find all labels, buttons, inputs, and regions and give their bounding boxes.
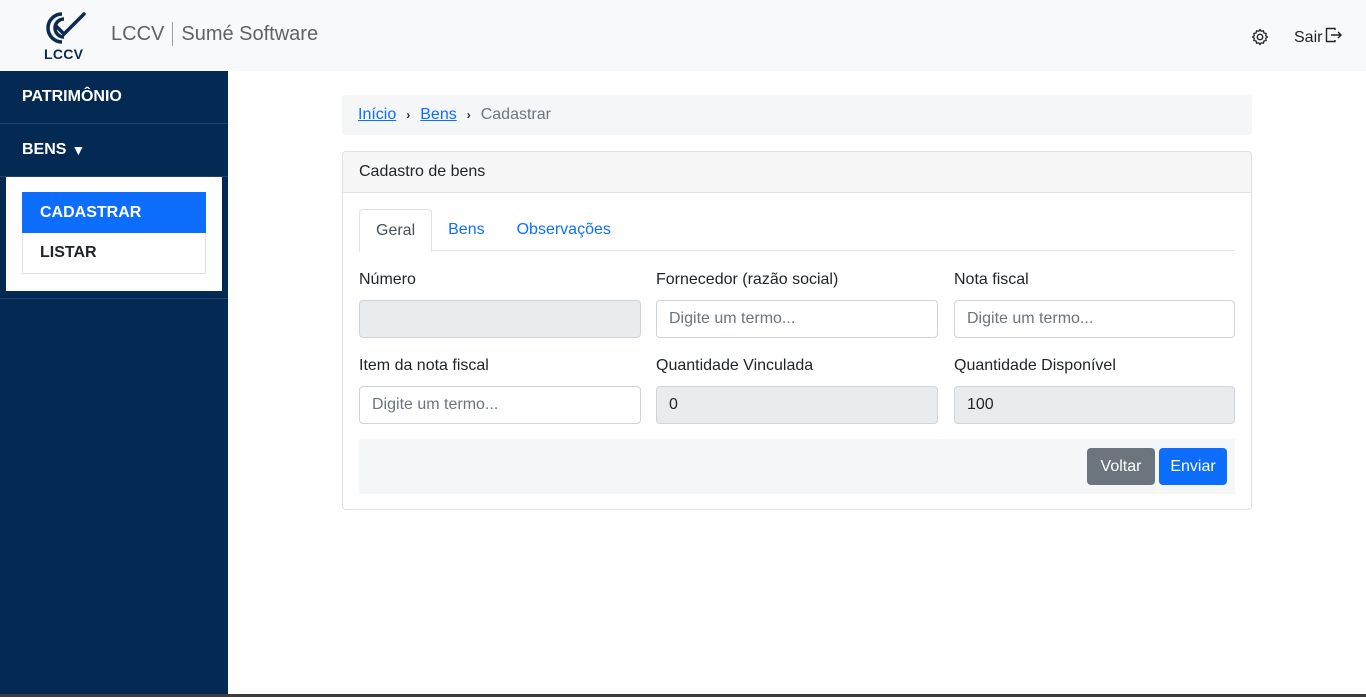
top-header: LCCV LCCV Sumé Software Sair bbox=[0, 0, 1366, 71]
card-title: Cadastro de bens bbox=[343, 152, 1251, 193]
qtd-vinculada-field[interactable] bbox=[656, 386, 938, 424]
fornecedor-input[interactable] bbox=[656, 300, 938, 338]
sidebar-submenu: CADASTRAR LISTAR bbox=[6, 177, 222, 291]
logout-icon bbox=[1325, 27, 1343, 48]
qtd-vinculada-group: Quantidade Vinculada bbox=[656, 356, 938, 424]
breadcrumb-inicio[interactable]: Início bbox=[358, 106, 396, 124]
breadcrumb-current: Cadastrar bbox=[480, 106, 551, 123]
logo-text: LCCV bbox=[44, 46, 84, 62]
app-brand: LCCV Sumé Software bbox=[111, 22, 318, 46]
submenu-item-cadastrar[interactable]: CADASTRAR bbox=[22, 192, 206, 233]
sidebar-item-label: BENS bbox=[22, 141, 67, 158]
caret-down-icon: ▼ bbox=[71, 142, 86, 158]
submenu-item-listar[interactable]: LISTAR bbox=[22, 233, 206, 274]
sidebar-item-label: PATRIMÔNIO bbox=[22, 88, 122, 105]
sidebar: PATRIMÔNIO BENS ▼ CADASTRAR LISTAR bbox=[0, 71, 228, 694]
submenu-item-label: CADASTRAR bbox=[40, 203, 142, 221]
nota-fiscal-input[interactable] bbox=[954, 300, 1235, 338]
tab-geral[interactable]: Geral bbox=[359, 209, 433, 252]
qtd-disponivel-field[interactable] bbox=[954, 386, 1235, 424]
item-nota-group: Item da nota fiscal bbox=[359, 356, 641, 424]
nota-fiscal-group: Nota fiscal bbox=[954, 270, 1235, 338]
qtd-disponivel-group: Quantidade Disponível bbox=[954, 356, 1235, 424]
numero-field[interactable] bbox=[359, 300, 641, 338]
numero-label: Número bbox=[359, 271, 416, 288]
form-card: Cadastro de bens Geral Bens Observações … bbox=[342, 151, 1252, 510]
brand-lccv: LCCV bbox=[111, 22, 165, 45]
chevron-right-icon: › bbox=[406, 108, 411, 122]
breadcrumb-bens[interactable]: Bens bbox=[420, 106, 456, 124]
tab-bens[interactable]: Bens bbox=[432, 209, 500, 251]
sidebar-divider bbox=[0, 298, 228, 299]
back-button[interactable]: Voltar bbox=[1087, 448, 1155, 485]
sidebar-item-bens[interactable]: BENS ▼ bbox=[0, 124, 228, 177]
submit-button[interactable]: Enviar bbox=[1159, 448, 1227, 485]
tab-observacoes[interactable]: Observações bbox=[501, 209, 627, 251]
logout-button[interactable]: Sair bbox=[1294, 27, 1343, 48]
qtd-vinculada-label: Quantidade Vinculada bbox=[656, 357, 814, 374]
brand-sume: Sumé Software bbox=[181, 22, 319, 45]
submenu-item-label: LISTAR bbox=[40, 244, 97, 261]
fornecedor-group: Fornecedor (razão social) bbox=[656, 270, 938, 338]
item-nota-label: Item da nota fiscal bbox=[359, 357, 489, 374]
sidebar-item-patrimonio[interactable]: PATRIMÔNIO bbox=[0, 71, 228, 124]
gear-icon[interactable] bbox=[1251, 28, 1271, 48]
logout-label: Sair bbox=[1294, 28, 1323, 46]
form-actions: Voltar Enviar bbox=[359, 439, 1235, 494]
numero-group: Número bbox=[359, 270, 641, 338]
chevron-right-icon: › bbox=[466, 108, 471, 122]
item-nota-input[interactable] bbox=[359, 386, 641, 424]
fornecedor-label: Fornecedor (razão social) bbox=[656, 271, 839, 288]
lccv-logo: LCCV bbox=[40, 10, 92, 64]
nota-fiscal-label: Nota fiscal bbox=[954, 271, 1029, 288]
breadcrumb: Início › Bens › Cadastrar bbox=[342, 95, 1252, 135]
tab-bar: Geral Bens Observações bbox=[359, 209, 1235, 252]
qtd-disponivel-label: Quantidade Disponível bbox=[954, 357, 1116, 374]
brand-divider bbox=[172, 22, 174, 46]
